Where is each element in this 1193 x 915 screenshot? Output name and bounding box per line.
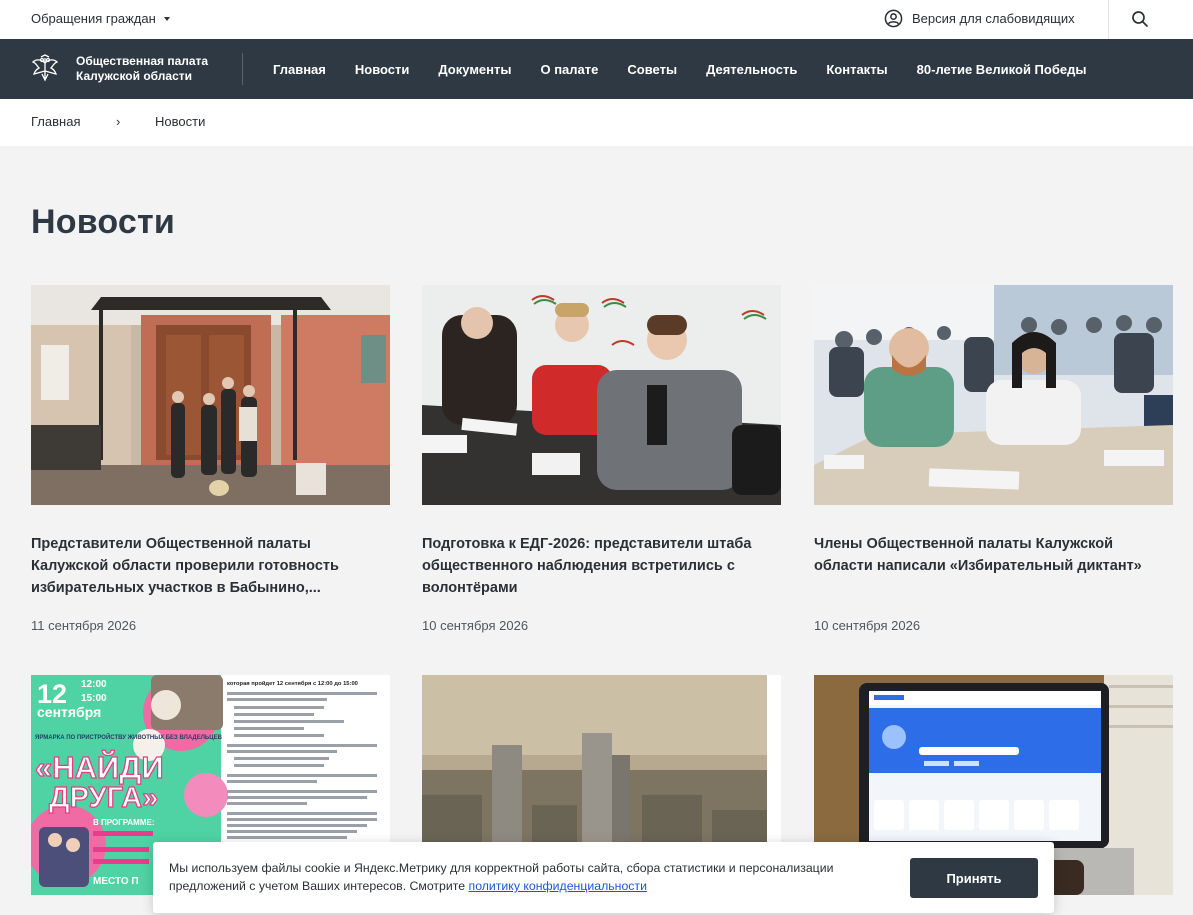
breadcrumb: Главная › Новости: [0, 99, 1193, 146]
poster-month: сентября: [37, 704, 101, 720]
main-navigation-bar: Общественная палата Калужской области Гл…: [0, 39, 1193, 99]
logo-divider: [242, 53, 243, 85]
citizen-appeals-dropdown[interactable]: Обращения граждан: [31, 11, 170, 26]
search-icon[interactable]: [1131, 10, 1149, 28]
news-title[interactable]: Подготовка к ЕДГ-2026: представители шта…: [422, 533, 781, 599]
nav-item-documents[interactable]: Документы: [438, 62, 511, 77]
news-date: 10 сентября 2026: [422, 618, 529, 633]
citizen-appeals-label: Обращения граждан: [31, 11, 156, 26]
site-logo-text[interactable]: Общественная палата Калужской области: [76, 54, 208, 84]
news-card[interactable]: Представители Общественной палаты Калужс…: [31, 285, 390, 633]
news-card[interactable]: Члены Общественной палаты Калужской обла…: [814, 285, 1173, 633]
divider: [1108, 0, 1109, 39]
accessibility-version-label: Версия для слабовидящих: [912, 11, 1075, 26]
poster-headline-2: ДРУГА»: [49, 782, 158, 814]
breadcrumb-separator: ›: [116, 114, 121, 129]
poster-headline-1: «НАЙДИ: [35, 749, 164, 785]
nav-item-about[interactable]: О палате: [540, 62, 598, 77]
nav-item-news[interactable]: Новости: [355, 62, 410, 77]
logo-line-1: Общественная палата: [76, 54, 209, 68]
user-circle-icon: [884, 9, 903, 28]
accept-cookies-button[interactable]: Принять: [910, 858, 1038, 898]
page-title: Новости: [31, 203, 175, 241]
main-menu: Главная Новости Документы О палате Совет…: [273, 39, 1115, 99]
cookie-consent-text: Мы используем файлы cookie и Яндекс.Метр…: [169, 859, 889, 895]
news-title[interactable]: Члены Общественной палаты Калужской обла…: [814, 533, 1173, 577]
nav-item-councils[interactable]: Советы: [627, 62, 677, 77]
nav-item-victory-80[interactable]: 80-летие Великой Победы: [917, 62, 1087, 77]
breadcrumb-home-link[interactable]: Главная: [31, 114, 80, 129]
nav-item-contacts[interactable]: Контакты: [826, 62, 887, 77]
news-date: 10 сентября 2026: [814, 618, 921, 633]
news-image[interactable]: [814, 285, 1173, 505]
logo-line-2: Калужской области: [76, 69, 193, 83]
privacy-policy-link[interactable]: политику конфиденциальности: [469, 879, 647, 893]
accessibility-version-link[interactable]: Версия для слабовидящих: [884, 9, 1075, 28]
double-headed-eagle-emblem-icon[interactable]: [30, 54, 60, 84]
nav-item-home[interactable]: Главная: [273, 62, 326, 77]
news-image[interactable]: [31, 285, 390, 505]
poster-time-to: 15:00: [81, 693, 107, 704]
nav-item-activity[interactable]: Деятельность: [706, 62, 797, 77]
poster-program-label: В ПРОГРАММЕ:: [93, 818, 154, 827]
chevron-down-icon: [163, 16, 170, 21]
cookie-consent-banner: Мы используем файлы cookie и Яндекс.Метр…: [153, 842, 1054, 913]
news-image[interactable]: [422, 285, 781, 505]
poster-place-label: МЕСТО П: [93, 876, 139, 887]
poster-fair-text: ЯРМАРКА ПО ПРИСТРОЙСТВУ ЖИВОТНЫХ БЕЗ ВЛА…: [35, 733, 223, 741]
top-utility-bar: Обращения граждан Версия для слабовидящи…: [0, 0, 1193, 39]
news-card[interactable]: Подготовка к ЕДГ-2026: представители шта…: [422, 285, 781, 633]
news-date: 11 сентября 2026: [31, 618, 137, 633]
breadcrumb-current: Новости: [155, 114, 206, 129]
poster-time-from: 12:00: [81, 679, 107, 690]
news-title[interactable]: Представители Общественной палаты Калужс…: [31, 533, 390, 599]
poster-right-heading: которая пройдет 12 сентября с 12:00 до 1…: [227, 680, 358, 687]
